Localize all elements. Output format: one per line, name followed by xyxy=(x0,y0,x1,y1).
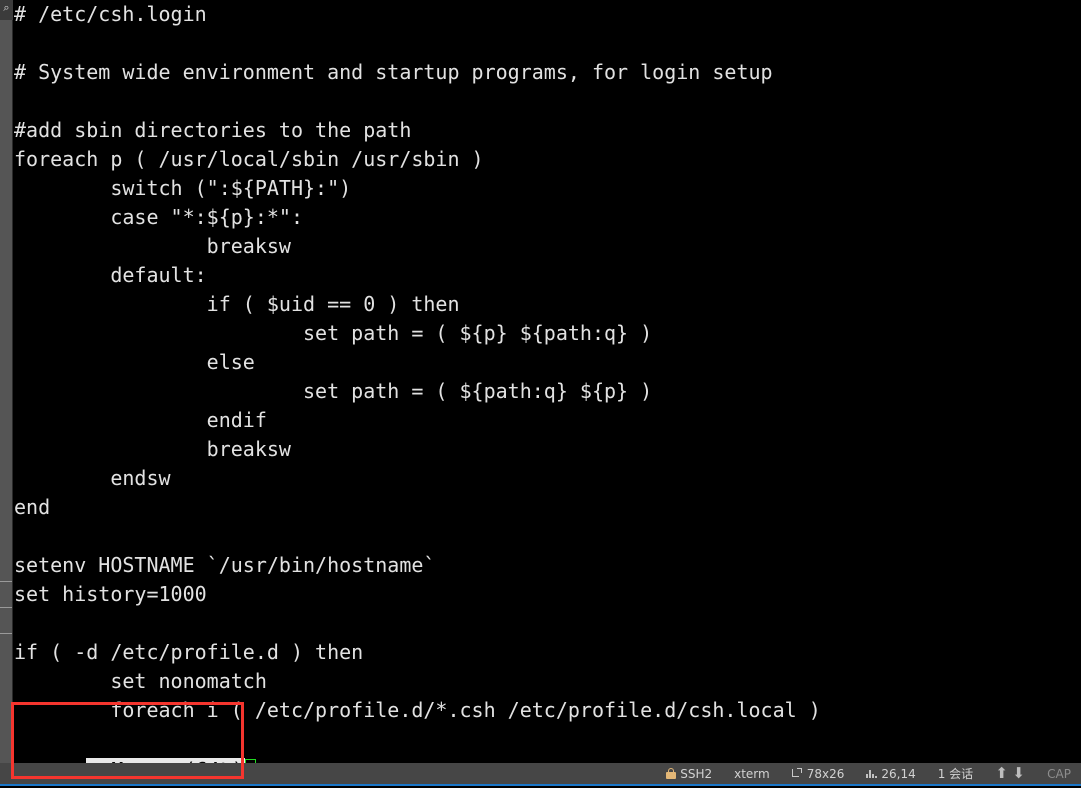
terminal-line: end xyxy=(14,495,51,519)
status-window-size-label: 78x26 xyxy=(806,766,845,781)
lock-icon xyxy=(666,768,677,779)
terminal-line: default: xyxy=(14,263,207,287)
terminal-line: switch (":${PATH}:") xyxy=(14,176,352,200)
search-icon[interactable]: ⌕ xyxy=(0,0,13,16)
resize-icon xyxy=(791,768,803,779)
status-terminal-type-label: xterm xyxy=(734,766,770,781)
terminal-line: breaksw xyxy=(14,234,291,258)
terminal-line: endif xyxy=(14,408,267,432)
left-strip-divider xyxy=(0,633,12,634)
left-strip-divider xyxy=(0,581,12,582)
status-caps-lock: CAP xyxy=(1047,767,1071,781)
status-window-size[interactable]: 78x26 xyxy=(791,766,845,781)
terminal-line: else xyxy=(14,350,255,374)
status-terminal-type[interactable]: xterm xyxy=(734,767,770,781)
arrow-down-icon[interactable]: ⬇ xyxy=(1012,766,1025,781)
terminal-line: set path = ( ${path:q} ${p} ) xyxy=(14,379,653,403)
status-session-count-label: 1 会话 xyxy=(937,766,974,781)
status-session-count[interactable]: 1 会话 xyxy=(938,767,973,781)
terminal-line: set history=1000 xyxy=(14,582,207,606)
arrow-up-icon[interactable]: ⬆ xyxy=(995,766,1008,781)
terminal-line: set nonomatch xyxy=(14,669,267,693)
terminal-line: endsw xyxy=(14,466,171,490)
terminal-line: if ( $uid == 0 ) then xyxy=(14,292,460,316)
terminal-line: setenv HOSTNAME `/usr/bin/hostname` xyxy=(14,553,436,577)
status-caps-lock-label: CAP xyxy=(1047,766,1071,781)
terminal-line: case "*:${p}:*": xyxy=(14,205,303,229)
terminal-line: # System wide environment and startup pr… xyxy=(14,60,773,84)
status-protocol-label: SSH2 xyxy=(680,766,713,781)
status-protocol[interactable]: SSH2 xyxy=(666,767,712,781)
terminal-line: if ( -d /etc/profile.d ) then xyxy=(14,640,364,664)
terminal-line: set path = ( ${p} ${path:q} ) xyxy=(14,321,653,345)
terminal-line: breaksw xyxy=(14,437,291,461)
application-window: ⌕ # /etc/csh.login # System wide environ… xyxy=(0,0,1081,788)
terminal-line: # /etc/csh.login xyxy=(14,2,207,26)
terminal-line: foreach i ( /etc/profile.d/*.csh /etc/pr… xyxy=(14,698,821,722)
status-bar: SSH2 xterm 78x26 26,14 1 会话 ⬆ ⬇ CAP xyxy=(0,763,1081,784)
left-strip-divider xyxy=(0,607,12,608)
terminal-line: foreach p ( /usr/local/sbin /usr/sbin ) xyxy=(14,147,484,171)
more-pager-line: --More--(64%) xyxy=(14,725,1081,763)
terminal-line: #add sbin directories to the path xyxy=(14,118,412,142)
status-scroll-arrows[interactable]: ⬆ ⬇ xyxy=(995,766,1025,781)
left-tool-strip[interactable]: ⌕ xyxy=(0,0,13,781)
terminal-output[interactable]: # /etc/csh.login # System wide environme… xyxy=(14,0,1081,763)
status-cursor-position[interactable]: 26,14 xyxy=(866,766,916,781)
cursor-position-icon xyxy=(866,768,878,779)
status-cursor-position-label: 26,14 xyxy=(881,766,916,781)
